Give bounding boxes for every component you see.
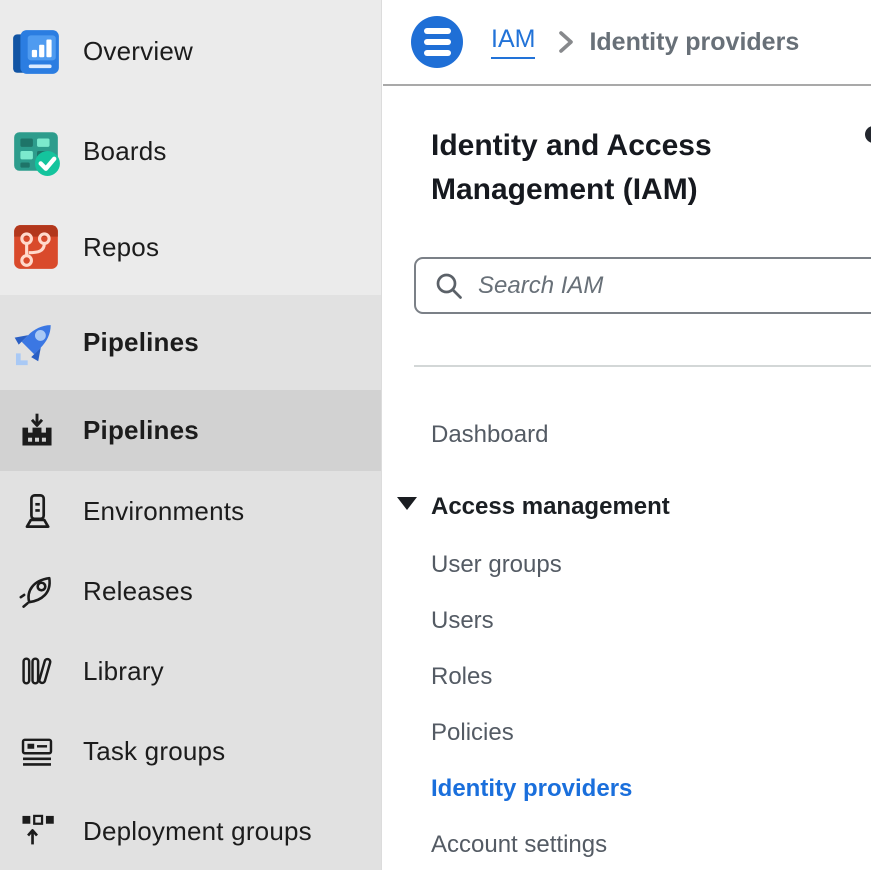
page-title: Identity and Access Management (IAM) bbox=[431, 124, 781, 212]
sidebar-item-label: Repos bbox=[83, 232, 159, 263]
sidebar-item-releases[interactable]: Releases bbox=[0, 551, 381, 631]
clipped-edge-icon bbox=[865, 126, 871, 143]
nav-item-user-groups[interactable]: User groups bbox=[431, 551, 562, 579]
triangle-down-icon[interactable] bbox=[397, 497, 417, 510]
sidebar-item-label: Releases bbox=[83, 576, 193, 607]
sidebar-item-label: Deployment groups bbox=[83, 816, 312, 847]
sidebar-item-overview[interactable]: Overview bbox=[0, 0, 381, 103]
nav-item-identity-providers[interactable]: Identity providers bbox=[431, 775, 632, 803]
sidebar-item-library[interactable]: Library bbox=[0, 631, 381, 711]
pipelines-rocket-icon bbox=[10, 317, 83, 369]
nav-item-account-settings[interactable]: Account settings bbox=[431, 831, 607, 859]
sidebar-item-label: Pipelines bbox=[83, 415, 199, 446]
nav-item-users[interactable]: Users bbox=[431, 607, 494, 635]
pipelines-section: Pipelines Pipelines bbox=[0, 295, 381, 870]
breadcrumb-iam-link[interactable]: IAM bbox=[491, 25, 535, 59]
sidebar-item-label: Pipelines bbox=[83, 327, 199, 358]
sidebar-item-pipelines-hub[interactable]: Pipelines bbox=[0, 295, 381, 390]
sidebar-item-pipelines[interactable]: Pipelines bbox=[0, 390, 381, 471]
nav-item-roles[interactable]: Roles bbox=[431, 663, 492, 691]
deployment-groups-icon bbox=[10, 812, 83, 850]
nav-item-policies[interactable]: Policies bbox=[431, 719, 514, 747]
iam-breadcrumb-bar: IAM Identity providers bbox=[383, 0, 871, 86]
divider bbox=[414, 365, 871, 367]
sidebar-item-label: Overview bbox=[83, 36, 193, 67]
boards-icon bbox=[10, 125, 83, 177]
hamburger-bar bbox=[424, 28, 451, 34]
chevron-right-icon bbox=[557, 28, 575, 56]
iam-search-box[interactable] bbox=[414, 257, 871, 314]
iam-panel: IAM Identity providers Identity and Acce… bbox=[383, 0, 871, 870]
pipelines-build-icon bbox=[10, 412, 83, 450]
sidebar-item-label: Task groups bbox=[83, 736, 225, 767]
sidebar-item-label: Library bbox=[83, 656, 164, 687]
sidebar-item-label: Environments bbox=[83, 496, 244, 527]
hamburger-menu-button[interactable] bbox=[411, 16, 463, 68]
nav-section-access-management[interactable]: Access management bbox=[431, 493, 670, 521]
project-sidebar: Overview Boards bbox=[0, 0, 382, 870]
environments-icon bbox=[10, 492, 83, 530]
search-input[interactable] bbox=[478, 272, 838, 300]
library-icon bbox=[10, 652, 83, 690]
breadcrumb-current: Identity providers bbox=[589, 28, 799, 57]
releases-rocket-icon bbox=[10, 572, 83, 610]
sidebar-item-deployment-groups[interactable]: Deployment groups bbox=[0, 791, 381, 870]
search-icon bbox=[434, 271, 464, 301]
overview-icon bbox=[10, 26, 83, 78]
hamburger-bar bbox=[424, 50, 451, 56]
nav-item-dashboard[interactable]: Dashboard bbox=[431, 421, 548, 449]
sidebar-item-label: Boards bbox=[83, 136, 167, 167]
sidebar-item-environments[interactable]: Environments bbox=[0, 471, 381, 551]
sidebar-item-task-groups[interactable]: Task groups bbox=[0, 711, 381, 791]
sidebar-item-repos[interactable]: Repos bbox=[0, 199, 381, 295]
repos-icon bbox=[10, 221, 83, 273]
hamburger-bar bbox=[424, 39, 451, 45]
sidebar-item-boards[interactable]: Boards bbox=[0, 103, 381, 199]
task-groups-icon bbox=[10, 732, 83, 770]
